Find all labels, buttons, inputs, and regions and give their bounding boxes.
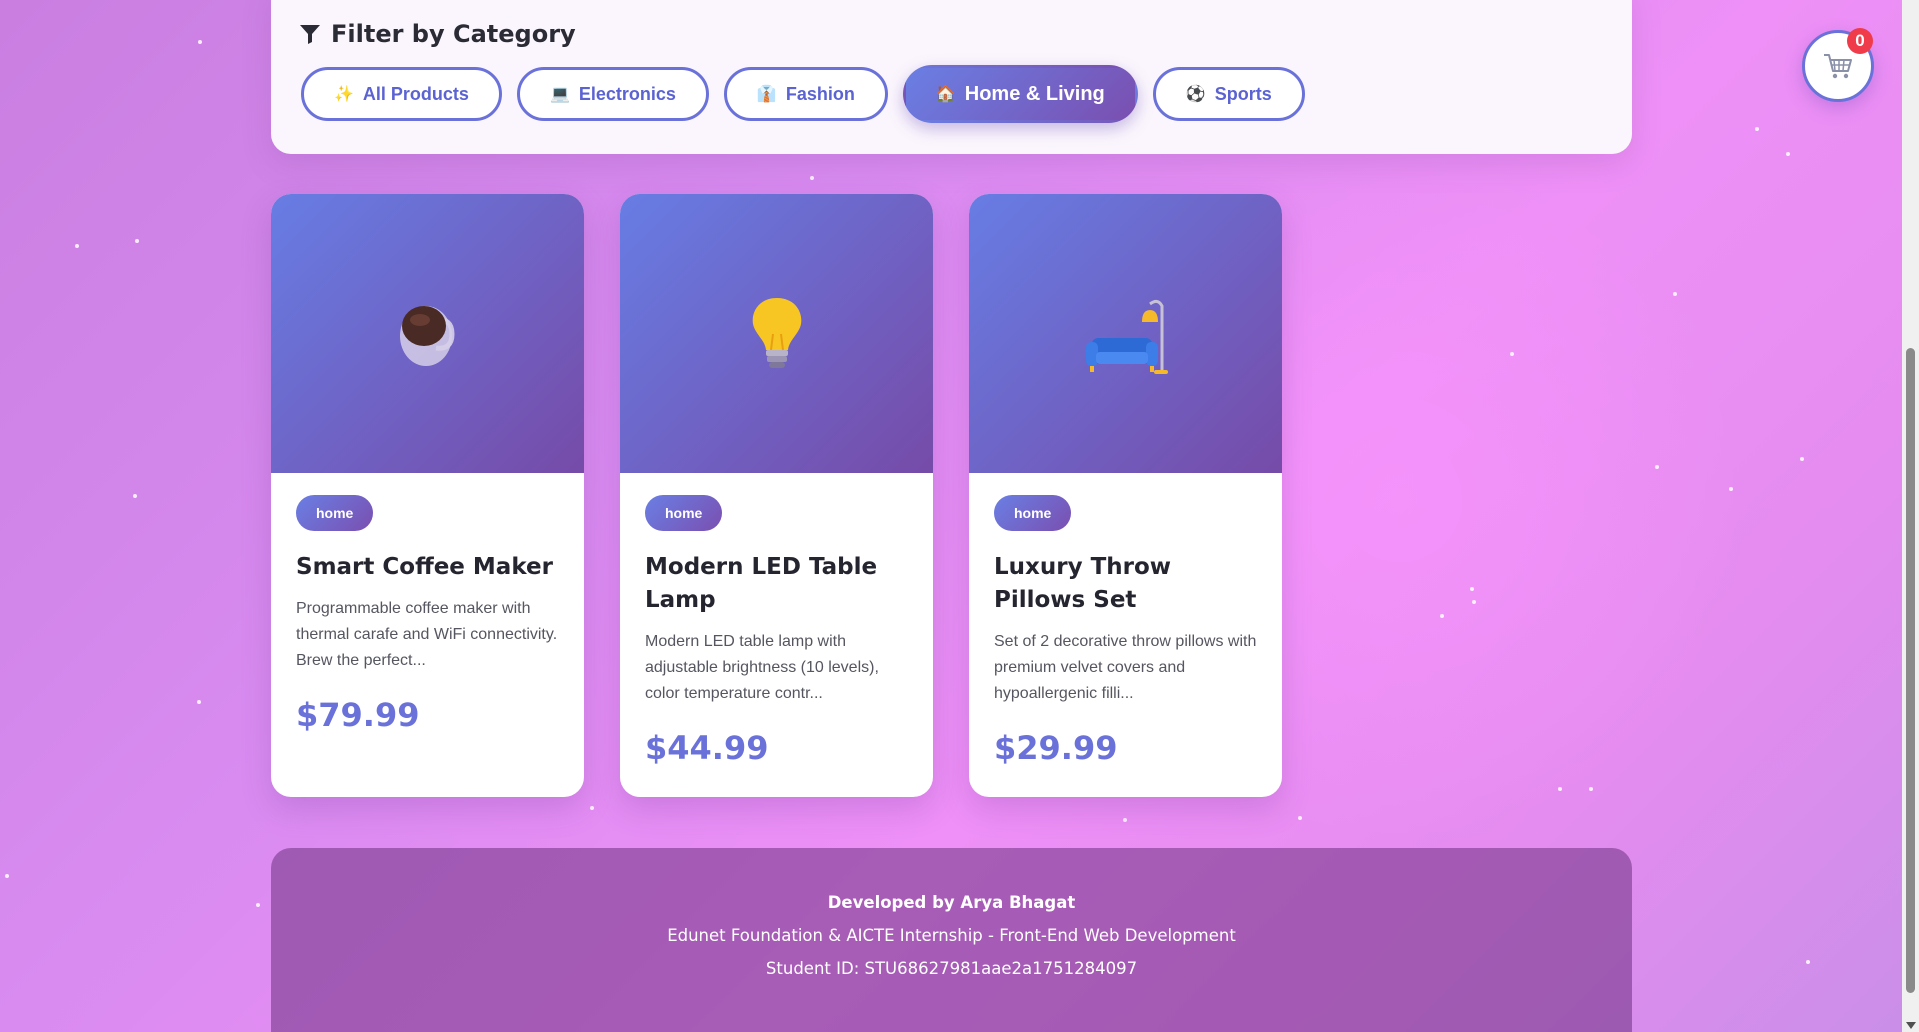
sparkle-dot bbox=[1470, 587, 1474, 591]
footer-developer: Developed by Arya Bhagat bbox=[827, 893, 1076, 912]
sparkle-dot bbox=[810, 176, 814, 180]
sparkle-dot bbox=[590, 806, 594, 810]
cart-icon bbox=[1824, 54, 1852, 79]
sparkle-dot bbox=[1589, 787, 1593, 791]
sparkle-dot bbox=[1123, 818, 1127, 822]
vertical-scrollbar[interactable] bbox=[1902, 0, 1919, 1032]
filter-home-living-button[interactable]: 🏠 Home & Living bbox=[902, 65, 1138, 123]
sparkle-dot bbox=[1800, 457, 1804, 461]
sparkles-icon: ✨ bbox=[334, 86, 354, 103]
product-card[interactable]: home Smart Coffee Maker Programmable cof… bbox=[271, 194, 584, 797]
scrollbar-thumb[interactable] bbox=[1906, 348, 1915, 993]
filter-button-label: All Products bbox=[362, 83, 469, 104]
sparkle-dot bbox=[75, 244, 79, 248]
footer-student-id: Student ID: STU68627981aae2a1751284097 bbox=[765, 959, 1138, 978]
filter-button-label: Sports bbox=[1214, 83, 1272, 104]
sparkle-dot bbox=[1655, 465, 1659, 469]
category-filter-panel: Filter by Category ✨ All Products 💻 Elec… bbox=[271, 0, 1632, 154]
sparkle-dot bbox=[197, 700, 201, 704]
sparkle-dot bbox=[133, 494, 137, 498]
sparkle-dot bbox=[1472, 600, 1476, 604]
product-description: Set of 2 decorative throw pillows with p… bbox=[994, 633, 1257, 702]
filter-sports-button[interactable]: ⚽ Sports bbox=[1152, 67, 1305, 121]
product-price: $79.99 bbox=[296, 696, 420, 734]
sparkle-dot bbox=[1729, 487, 1733, 491]
product-card[interactable]: home Modern LED Table Lamp Modern LED ta… bbox=[620, 194, 933, 797]
sparkle-dot bbox=[1806, 960, 1810, 964]
sparkle-dot bbox=[1558, 787, 1562, 791]
category-tag: home bbox=[296, 495, 374, 531]
scroll-down-arrow-icon[interactable] bbox=[1906, 1022, 1916, 1029]
product-description: Modern LED table lamp with adjustable br… bbox=[645, 633, 879, 702]
product-image bbox=[620, 194, 933, 473]
product-card[interactable]: home Luxury Throw Pillows Set Set of 2 d… bbox=[969, 194, 1282, 797]
light-bulb-icon bbox=[752, 297, 801, 368]
product-description: Programmable coffee maker with thermal c… bbox=[296, 600, 558, 669]
category-tag: home bbox=[994, 495, 1072, 531]
sparkle-dot bbox=[1673, 292, 1677, 296]
coffee-cup-icon bbox=[399, 305, 455, 366]
cart-count-badge: 0 bbox=[1847, 28, 1873, 54]
sparkle-dot bbox=[135, 239, 139, 243]
sparkle-dot bbox=[1298, 816, 1302, 820]
soccer-ball-icon: ⚽ bbox=[1185, 86, 1206, 103]
product-price: $29.99 bbox=[994, 729, 1118, 767]
necktie-icon: 👔 bbox=[756, 86, 777, 103]
product-title: Modern LED Table Lamp bbox=[645, 554, 878, 613]
sparkle-dot bbox=[5, 874, 9, 878]
filter-title: Filter by Category bbox=[331, 20, 576, 48]
filter-button-label: Fashion bbox=[785, 83, 855, 104]
filter-electronics-button[interactable]: 💻 Electronics bbox=[516, 67, 709, 121]
sparkle-dot bbox=[1755, 127, 1759, 131]
sparkle-dot bbox=[1440, 614, 1444, 618]
category-tag: home bbox=[645, 495, 723, 531]
filter-button-label: Electronics bbox=[578, 83, 676, 104]
sparkle-dot bbox=[256, 903, 260, 907]
product-image bbox=[271, 194, 584, 473]
couch-and-lamp-icon bbox=[1085, 299, 1168, 374]
sparkle-dot bbox=[1786, 152, 1790, 156]
product-title: Smart Coffee Maker bbox=[296, 554, 553, 580]
filter-all-products-button[interactable]: ✨ All Products bbox=[301, 67, 502, 121]
filter-button-group: ✨ All Products 💻 Electronics 👔 Fashion 🏠… bbox=[301, 65, 1305, 123]
filter-icon bbox=[300, 25, 320, 44]
sparkle-dot bbox=[198, 40, 202, 44]
page-footer: Developed by Arya Bhagat Edunet Foundati… bbox=[271, 848, 1632, 1032]
filter-heading: Filter by Category bbox=[299, 20, 576, 48]
footer-program: Edunet Foundation & AICTE Internship - F… bbox=[667, 926, 1236, 945]
product-image bbox=[969, 194, 1282, 473]
filter-button-label: Home & Living bbox=[964, 82, 1105, 105]
product-price: $44.99 bbox=[645, 729, 769, 767]
product-title: Luxury Throw Pillows Set bbox=[994, 554, 1172, 613]
house-icon: 🏠 bbox=[935, 86, 956, 103]
laptop-icon: 💻 bbox=[549, 86, 570, 103]
sparkle-dot bbox=[1510, 352, 1514, 356]
filter-fashion-button[interactable]: 👔 Fashion bbox=[723, 67, 888, 121]
